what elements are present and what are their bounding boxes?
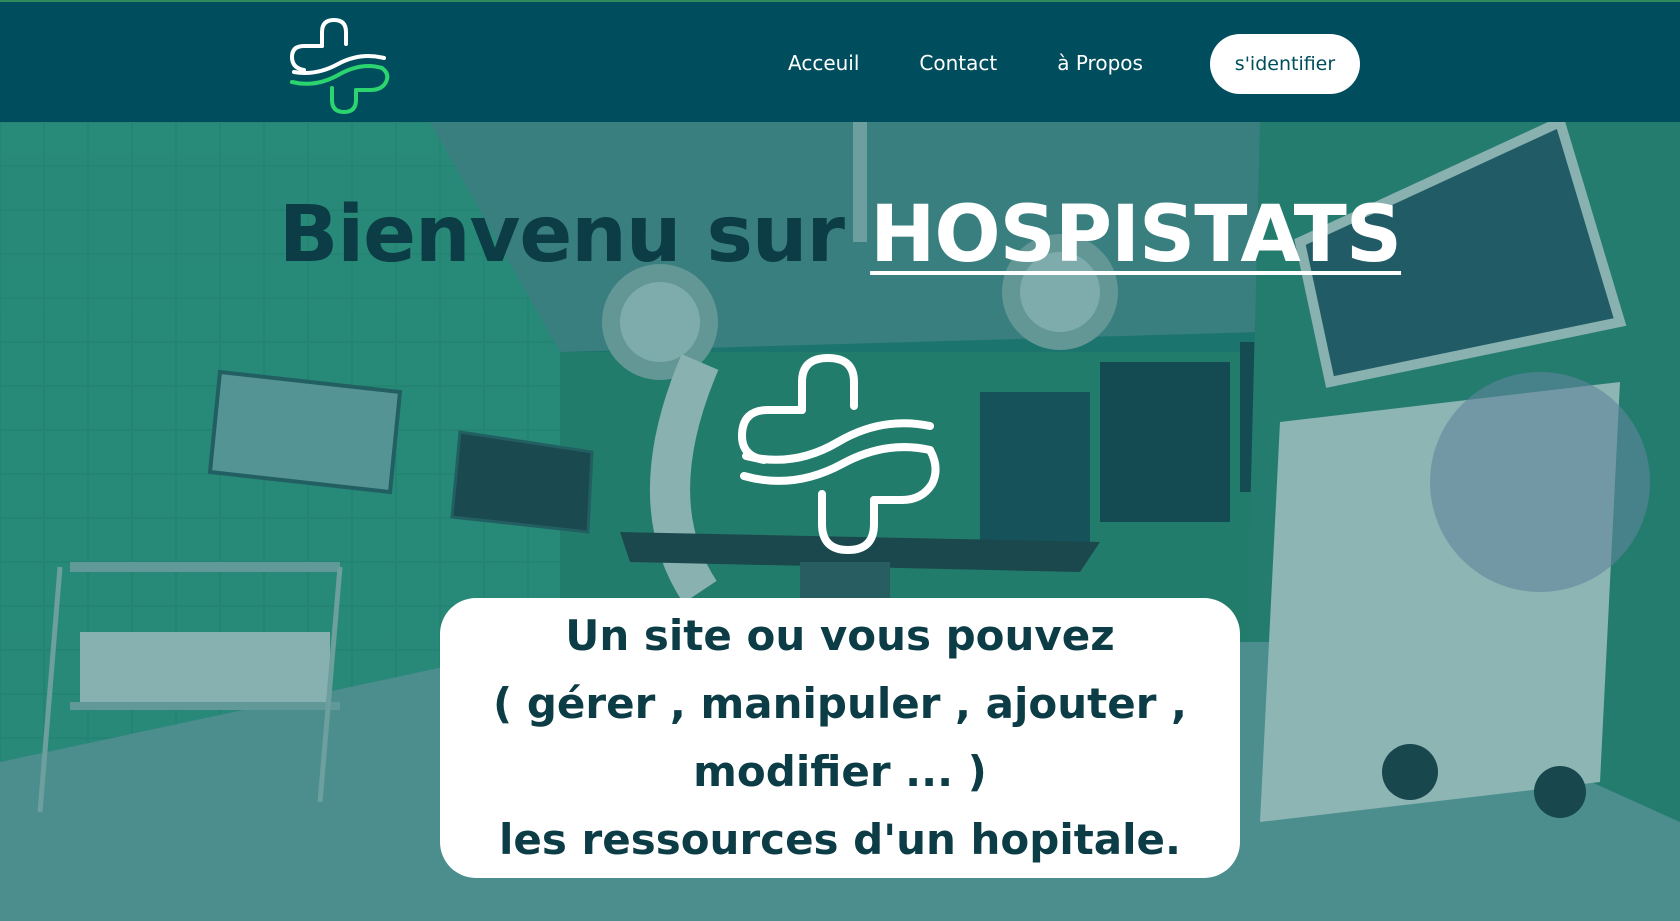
nav-link-acceuil[interactable]: Acceuil <box>788 51 859 75</box>
hero-section: Bienvenu sur HOSPISTATS Un site ou vous … <box>0 122 1680 921</box>
page: Acceuil Contact à Propos s'identifier Bi… <box>0 0 1680 921</box>
nav-links: Acceuil Contact à Propos <box>788 2 1203 124</box>
tagline-card: Un site ou vous pouvez ( gérer , manipul… <box>440 598 1240 878</box>
hero-title-brand: HOSPISTATS <box>870 190 1402 280</box>
hero-title: Bienvenu sur HOSPISTATS <box>0 190 1680 280</box>
tagline-line: ( gérer , manipuler , ajouter , <box>493 679 1187 728</box>
tagline-line: les ressources d'un hopitale. <box>499 815 1181 864</box>
nav-link-a-propos[interactable]: à Propos <box>1057 51 1143 75</box>
login-button[interactable]: s'identifier <box>1210 34 1360 94</box>
hero-title-prefix: Bienvenu sur <box>278 190 871 280</box>
tagline-line: modifier ... ) <box>693 747 987 796</box>
nav-link-contact[interactable]: Contact <box>919 51 997 75</box>
tagline-line: Un site ou vous pouvez <box>565 611 1115 660</box>
logo-icon[interactable] <box>286 12 392 116</box>
hero-logo-icon <box>734 348 944 560</box>
navbar: Acceuil Contact à Propos s'identifier <box>0 0 1680 122</box>
